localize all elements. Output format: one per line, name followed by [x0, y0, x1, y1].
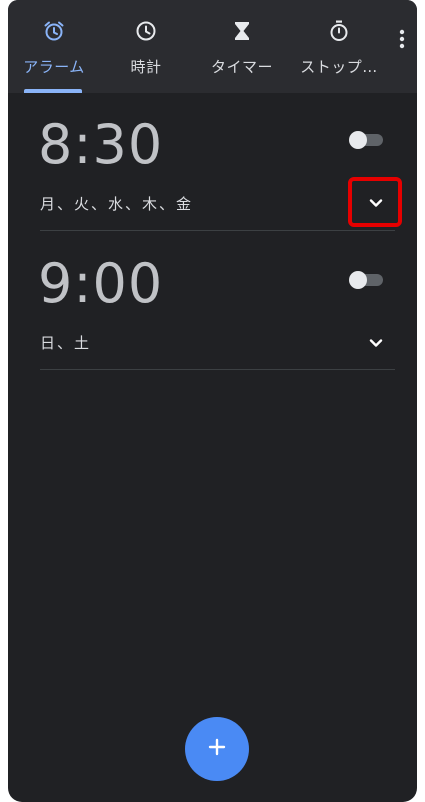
- divider: [40, 230, 395, 231]
- hourglass-icon: [229, 18, 255, 44]
- alarm-time[interactable]: 8:30: [38, 118, 163, 172]
- highlight-box: [348, 177, 402, 227]
- add-alarm-button[interactable]: [185, 717, 249, 781]
- alarm-toggle[interactable]: [349, 131, 385, 149]
- tab-timer-label: タイマー: [210, 58, 273, 76]
- clock-icon: [133, 18, 159, 44]
- more-vert-icon[interactable]: [394, 26, 410, 52]
- plus-icon: [207, 737, 227, 761]
- alarm-time[interactable]: 9:00: [38, 257, 163, 311]
- tab-stopwatch-label: ストップ…: [300, 58, 378, 76]
- alarm-repeat-days: 日、土: [40, 334, 92, 352]
- stopwatch-icon: [326, 18, 352, 44]
- alarm-repeat-days: 月、火、水、木、金: [40, 195, 194, 213]
- alarm-toggle[interactable]: [349, 271, 385, 289]
- alarm-clock-icon: [41, 18, 67, 44]
- chevron-down-icon: [369, 333, 383, 352]
- active-tab-indicator: [24, 89, 82, 93]
- tab-clock[interactable]: 時計: [114, 0, 178, 93]
- toggle-thumb: [349, 131, 367, 149]
- divider: [40, 369, 395, 370]
- tab-stopwatch[interactable]: ストップ…: [292, 0, 386, 93]
- tab-timer[interactable]: タイマー: [202, 0, 282, 93]
- tab-alarm[interactable]: アラーム: [16, 0, 92, 93]
- clock-app-screen: アラーム 時計 タイマー ストップ… 8:30 月、火、水、木、金 9:00 日…: [8, 0, 417, 802]
- tab-clock-label: 時計: [130, 58, 162, 76]
- tab-alarm-label: アラーム: [23, 58, 85, 76]
- expand-button[interactable]: [362, 328, 390, 356]
- toggle-thumb: [349, 271, 367, 289]
- top-tab-bar: アラーム 時計 タイマー ストップ…: [8, 0, 417, 93]
